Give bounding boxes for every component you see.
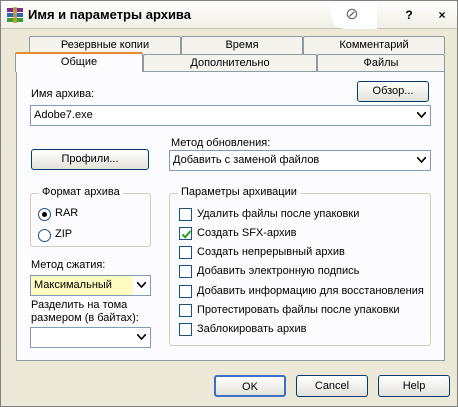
winrar-icon xyxy=(6,6,24,24)
checkbox[interactable] xyxy=(179,208,192,221)
archive-name-value: Adobe7.exe xyxy=(34,109,93,121)
browse-button[interactable]: Обзор... xyxy=(357,81,429,102)
archive-dialog: Имя и параметры архива ⊘ ? × Резервные к… xyxy=(0,0,458,407)
help-title-button[interactable]: ? xyxy=(400,6,418,24)
chevron-down-icon[interactable] xyxy=(413,106,430,125)
option-label: Заблокировать архив xyxy=(197,323,307,335)
compression-select[interactable]: Максимальный xyxy=(30,275,151,296)
profiles-button[interactable]: Профили... xyxy=(31,149,149,170)
ok-button[interactable]: OK xyxy=(214,375,286,397)
window-title: Имя и параметры архива xyxy=(28,7,191,22)
update-method-select[interactable]: Добавить с заменой файлов xyxy=(169,150,431,171)
checkbox[interactable] xyxy=(179,323,192,336)
radio-zip[interactable] xyxy=(38,229,51,242)
option-label: Создать непрерывный архив xyxy=(197,246,345,258)
archive-params-title: Параметры архивации xyxy=(178,186,300,198)
radio-rar[interactable] xyxy=(38,208,51,221)
checkbox[interactable] xyxy=(179,304,192,317)
checkbox[interactable] xyxy=(179,285,192,298)
update-method-value: Добавить с заменой файлов xyxy=(173,154,320,166)
option-label: Удалить файлы после упаковки xyxy=(197,208,360,220)
cancel-button[interactable]: Cancel xyxy=(296,375,368,397)
tab-time[interactable]: Время xyxy=(181,36,303,54)
archive-name-label: Имя архива: xyxy=(31,88,95,100)
compression-label: Метод сжатия: xyxy=(31,259,106,271)
split-label-line2: размером (в байтах): xyxy=(31,312,139,324)
option-label: Добавить информацию для восстановления xyxy=(197,285,424,297)
archive-format-title: Формат архива xyxy=(39,186,123,198)
no-entry-icon: ⊘ xyxy=(345,4,359,23)
tab-comment[interactable]: Комментарий xyxy=(303,36,445,54)
option-label: Добавить электронную подпись xyxy=(197,265,360,277)
tab-general[interactable]: Общие xyxy=(15,52,143,72)
split-label-line1: Разделить на тома xyxy=(31,299,128,311)
update-method-label: Метод обновления: xyxy=(171,137,271,149)
chevron-down-icon[interactable] xyxy=(133,328,150,347)
option-label: Создать SFX-архив xyxy=(197,227,297,239)
tab-advanced[interactable]: Дополнительно xyxy=(143,54,317,72)
checkbox[interactable] xyxy=(179,246,192,259)
archive-name-combo[interactable]: Adobe7.exe xyxy=(30,105,431,126)
title-bar[interactable]: Имя и параметры архива ⊘ ? × xyxy=(1,1,457,29)
close-button[interactable]: × xyxy=(433,6,451,24)
rar-label: RAR xyxy=(55,207,79,219)
chevron-down-icon[interactable] xyxy=(133,276,150,295)
help-button[interactable]: Help xyxy=(378,375,450,397)
zip-label: ZIP xyxy=(55,228,73,240)
tab-files[interactable]: Файлы xyxy=(317,54,445,72)
chevron-down-icon[interactable] xyxy=(413,151,430,170)
option-label: Протестировать файлы после упаковки xyxy=(197,304,400,316)
split-size-combo[interactable] xyxy=(30,327,151,348)
compression-value: Максимальный xyxy=(34,279,112,291)
checkbox-checked[interactable] xyxy=(179,227,192,240)
checkbox[interactable] xyxy=(179,265,192,278)
